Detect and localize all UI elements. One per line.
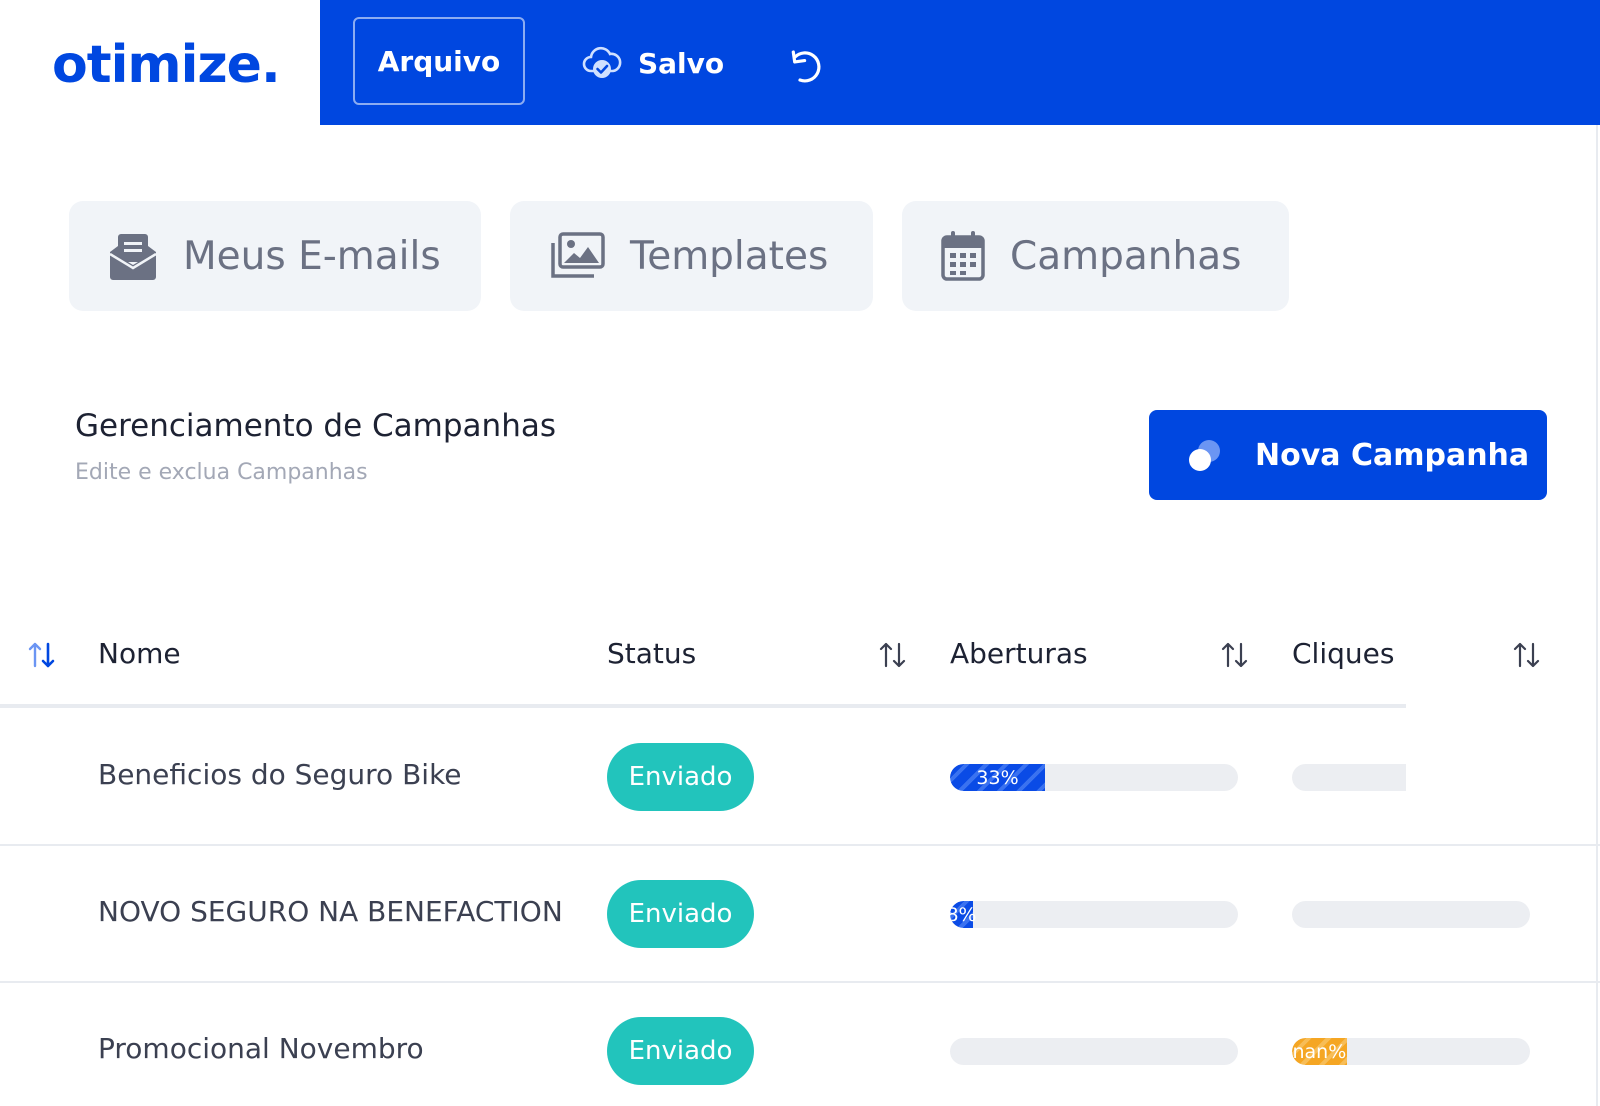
- images-icon: [551, 232, 605, 278]
- tab-label: Campanhas: [1010, 233, 1242, 279]
- logo[interactable]: otimize.: [52, 30, 281, 100]
- clicks-progress-bar: [1292, 764, 1406, 791]
- column-header-nome[interactable]: Nome: [98, 637, 181, 670]
- undo-icon[interactable]: [782, 40, 828, 86]
- opens-progress-label: 33%: [976, 766, 1019, 789]
- campaign-name[interactable]: NOVO SEGURO NA BENEFACTION: [98, 895, 563, 928]
- clicks-progress-bar: nan%: [1292, 1038, 1530, 1065]
- page-title: Gerenciamento de Campanhas: [75, 408, 556, 444]
- new-campaign-label: Nova Campanha: [1255, 437, 1530, 473]
- saved-status: Salvo: [582, 35, 724, 91]
- new-campaign-button[interactable]: Nova Campanha: [1149, 410, 1547, 500]
- opens-progress-label: 8%: [950, 903, 977, 926]
- sort-icon[interactable]: [27, 640, 57, 670]
- clicks-progress-bar: [1292, 901, 1530, 928]
- status-badge: Enviado: [607, 880, 754, 948]
- tab-templates[interactable]: Templates: [510, 201, 873, 311]
- campaign-name[interactable]: Beneficios do Seguro Bike: [98, 758, 462, 791]
- calendar-icon: [941, 231, 985, 281]
- column-header-status[interactable]: Status: [607, 637, 696, 670]
- status-badge: Enviado: [607, 1017, 754, 1085]
- row-divider: [0, 844, 1600, 846]
- tab-meus-emails[interactable]: Meus E-mails: [69, 201, 481, 311]
- sort-icon[interactable]: [1512, 640, 1542, 670]
- opens-progress-bar: 8%: [950, 901, 1238, 928]
- envelope-open-icon: [109, 234, 157, 280]
- top-toolbar: Arquivo Salvo: [320, 0, 1600, 125]
- opens-progress-bar: 33%: [950, 764, 1238, 791]
- campaign-name[interactable]: Promocional Novembro: [98, 1032, 424, 1065]
- status-badge: Enviado: [607, 743, 754, 811]
- sort-icon[interactable]: [878, 640, 908, 670]
- logo-area: otimize.: [0, 0, 320, 125]
- cloud-check-icon: [582, 46, 622, 78]
- toggle-dots-icon: [1189, 440, 1220, 471]
- table-header-divider: [0, 704, 1406, 708]
- column-header-cliques[interactable]: Cliques: [1292, 637, 1394, 670]
- saved-label: Salvo: [638, 46, 725, 80]
- column-header-aberturas[interactable]: Aberturas: [950, 637, 1088, 670]
- tab-label: Meus E-mails: [183, 233, 441, 279]
- clicks-progress-label: nan%: [1292, 1040, 1347, 1063]
- opens-progress-bar: [950, 1038, 1238, 1065]
- sort-icon[interactable]: [1220, 640, 1250, 670]
- right-edge-divider: [1596, 125, 1598, 1106]
- file-menu-button[interactable]: Arquivo: [353, 17, 525, 105]
- row-divider: [0, 981, 1600, 983]
- tab-campanhas[interactable]: Campanhas: [902, 201, 1289, 311]
- page-subtitle: Edite e exclua Campanhas: [75, 460, 368, 485]
- tab-label: Templates: [630, 233, 829, 279]
